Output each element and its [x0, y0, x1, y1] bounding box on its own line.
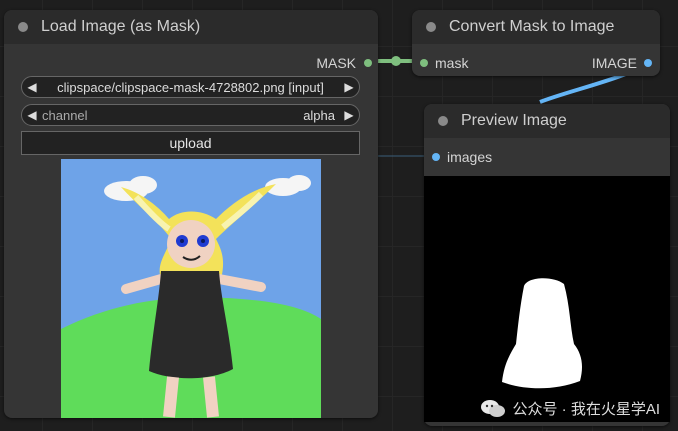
mask-output-label: MASK: [316, 55, 356, 71]
image-file-combo[interactable]: ◀ clipspace/clipspace-mask-4728802.png […: [21, 76, 360, 98]
channel-combo[interactable]: ◀ channel alpha ▶: [21, 104, 360, 126]
image-file-value: clipspace/clipspace-mask-4728802.png [in…: [57, 79, 324, 95]
chevron-right-icon[interactable]: ▶: [339, 80, 359, 94]
images-input-slot[interactable]: images: [432, 149, 492, 165]
mask-input-slot[interactable]: mask: [420, 55, 468, 71]
preview-image-node-title: Preview Image: [461, 112, 567, 129]
convert-mask-node-header[interactable]: Convert Mask to Image: [412, 10, 660, 44]
images-input-pin[interactable]: [432, 153, 440, 161]
preview-image-node[interactable]: Preview Image images: [424, 104, 670, 426]
load-image-node-title: Load Image (as Mask): [41, 18, 201, 35]
mask-preview-image: [424, 176, 670, 422]
chevron-left-icon[interactable]: ◀: [22, 80, 42, 94]
watermark: 公众号 · 我在火星学AI: [480, 398, 660, 419]
image-output-pin[interactable]: [644, 59, 652, 67]
channel-value: alpha: [303, 107, 335, 123]
images-input-label: images: [447, 149, 493, 165]
node-collapse-dot[interactable]: [438, 116, 448, 126]
mask-output-slot[interactable]: MASK: [316, 55, 372, 71]
chevron-right-icon[interactable]: ▶: [339, 108, 359, 122]
load-image-node-header[interactable]: Load Image (as Mask): [4, 10, 378, 44]
loaded-image-preview: [61, 159, 321, 418]
mask-output-pin[interactable]: [364, 59, 372, 67]
mask-input-pin[interactable]: [420, 59, 428, 67]
convert-mask-node[interactable]: Convert Mask to Image mask IMAGE: [412, 10, 660, 76]
image-output-slot[interactable]: IMAGE: [592, 55, 652, 71]
convert-mask-node-title: Convert Mask to Image: [449, 18, 615, 35]
image-output-label: IMAGE: [591, 55, 637, 71]
upload-button[interactable]: upload: [21, 131, 360, 155]
watermark-text: 公众号 · 我在火星学AI: [512, 401, 660, 418]
node-collapse-dot[interactable]: [426, 22, 436, 32]
wechat-icon: [481, 399, 506, 417]
preview-image-node-header[interactable]: Preview Image: [424, 104, 670, 138]
mask-input-label: mask: [435, 55, 469, 71]
link-midpoint: [391, 56, 401, 66]
channel-label: channel: [42, 107, 88, 123]
load-image-node[interactable]: Load Image (as Mask) MASK ◀ clipspace/cl…: [4, 10, 378, 418]
node-collapse-dot[interactable]: [18, 22, 28, 32]
chevron-left-icon[interactable]: ◀: [22, 108, 42, 122]
